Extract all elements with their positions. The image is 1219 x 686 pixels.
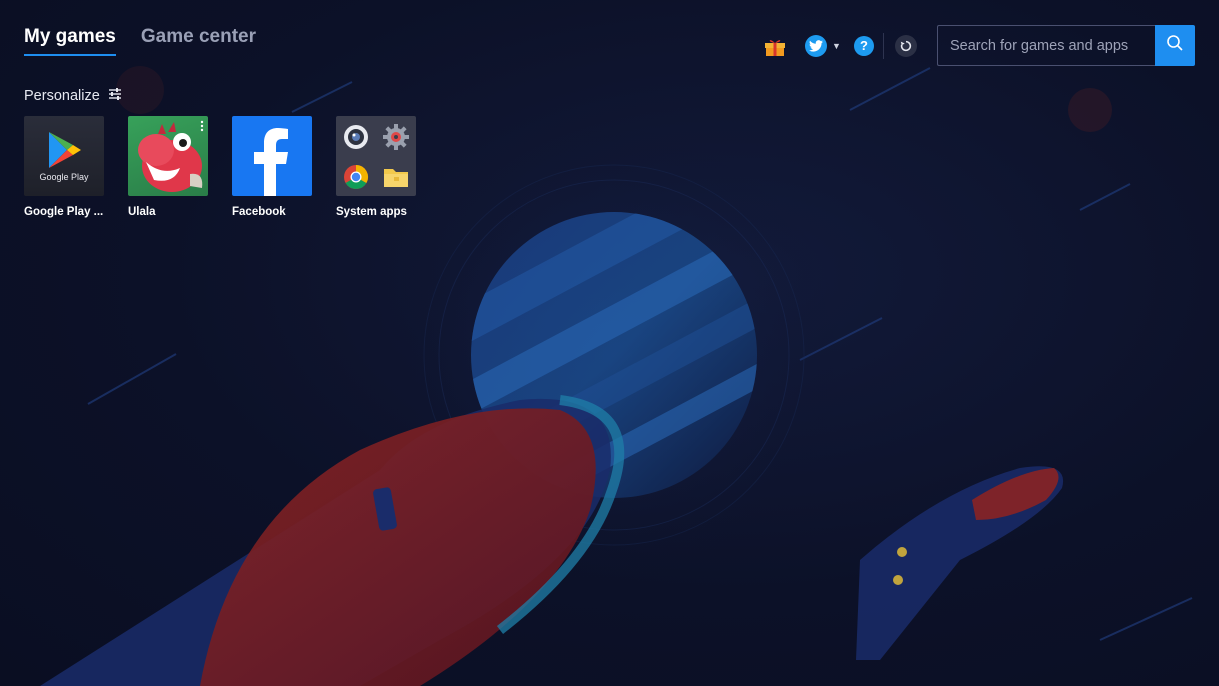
app-label: Facebook: [232, 206, 286, 218]
app-google-play[interactable]: Google Play Google Play ...: [24, 116, 104, 218]
chrome-icon: [336, 157, 376, 196]
gift-icon[interactable]: [762, 33, 788, 59]
header-actions: ▼ ?: [762, 25, 917, 66]
refresh-icon[interactable]: [894, 34, 917, 57]
ulala-dinosaur-icon[interactable]: [128, 116, 208, 196]
google-play-tile-text: Google Play: [39, 172, 89, 182]
search-icon: [1166, 34, 1184, 57]
tab-my-games[interactable]: My games: [24, 26, 116, 56]
twitter-menu[interactable]: ▼: [805, 34, 841, 57]
personalize-button[interactable]: Personalize: [24, 87, 122, 105]
app-label: System apps: [336, 206, 407, 218]
search-bar: [937, 25, 1195, 66]
app-system-apps[interactable]: System apps: [336, 116, 416, 218]
camera-icon: [336, 116, 376, 157]
app-grid: Google Play Google Play ... Ulala Facebo…: [24, 116, 440, 218]
twitter-icon[interactable]: [805, 34, 827, 57]
google-play-icon[interactable]: Google Play: [24, 116, 104, 196]
main-tabs: My games Game center: [24, 26, 256, 56]
app-label: Ulala: [128, 206, 156, 218]
app-label: Google Play ...: [24, 206, 104, 218]
header-divider: [882, 32, 884, 59]
launcher-window: My games Game center ▼ ? Search for game…: [0, 0, 1219, 686]
personalize-label: Personalize: [24, 88, 100, 104]
system-apps-folder-icon[interactable]: [336, 116, 416, 196]
settings-gear-icon: [376, 116, 416, 157]
tab-game-center[interactable]: Game center: [141, 26, 256, 56]
space-background-art: [40, 66, 1193, 686]
facebook-icon[interactable]: [232, 116, 312, 196]
file-manager-folder-icon: [376, 157, 416, 196]
app-ulala[interactable]: Ulala: [128, 116, 208, 218]
help-icon[interactable]: ?: [853, 35, 874, 56]
search-button[interactable]: [1155, 25, 1195, 66]
sliders-icon: [108, 87, 122, 105]
app-facebook[interactable]: Facebook: [232, 116, 312, 218]
chevron-down-icon[interactable]: ▼: [832, 41, 841, 51]
search-input[interactable]: [937, 25, 1155, 66]
